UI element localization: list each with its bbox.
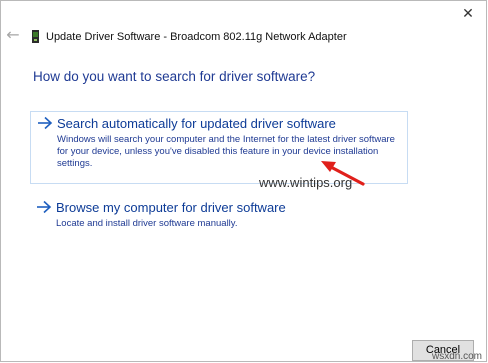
page-heading: How do you want to search for driver sof…	[33, 69, 316, 84]
option-title: Search automatically for updated driver …	[57, 116, 336, 131]
option-title: Browse my computer for driver software	[56, 200, 286, 215]
arrow-right-icon	[37, 200, 52, 214]
close-icon[interactable]: ✕	[456, 3, 480, 25]
arrow-right-icon	[38, 116, 53, 130]
browse-computer-option[interactable]: Browse my computer for driver software L…	[30, 196, 408, 230]
back-arrow-icon[interactable]: ←	[5, 27, 21, 43]
update-driver-dialog: ✕ ← Update Driver Software - Broadcom 80…	[0, 0, 487, 362]
title-bar: ✕	[1, 1, 486, 31]
window-title: Update Driver Software - Broadcom 802.11…	[46, 31, 347, 43]
network-adapter-icon	[32, 30, 39, 43]
option-description: Locate and install driver software manua…	[56, 218, 238, 229]
red-arrow-annotation-icon	[321, 161, 365, 186]
source-credit: wsxdn.com	[431, 351, 482, 362]
